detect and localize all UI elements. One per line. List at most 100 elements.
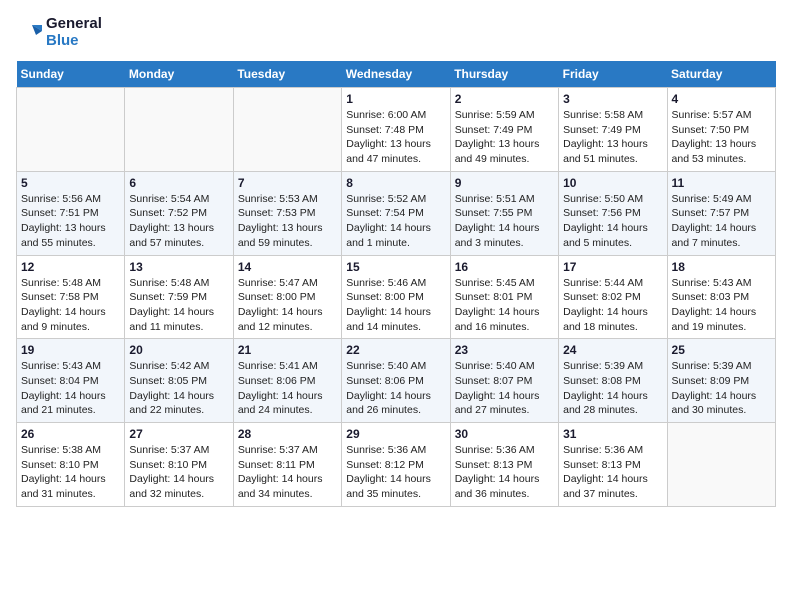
day-number: 3 [563, 92, 662, 106]
weekday-header: Wednesday [342, 61, 450, 88]
day-info: Sunrise: 5:48 AMSunset: 7:58 PMDaylight:… [21, 276, 120, 335]
day-number: 24 [563, 343, 662, 357]
calendar-day: 19 Sunrise: 5:43 AMSunset: 8:04 PMDayligh… [17, 339, 125, 423]
day-number: 30 [455, 427, 554, 441]
day-info: Sunrise: 5:42 AMSunset: 8:05 PMDaylight:… [129, 359, 228, 418]
day-number: 10 [563, 176, 662, 190]
logo: General Blue [16, 16, 102, 49]
day-number: 15 [346, 260, 445, 274]
day-info: Sunrise: 5:43 AMSunset: 8:04 PMDaylight:… [21, 359, 120, 418]
weekday-header: Tuesday [233, 61, 341, 88]
calendar-day: 2 Sunrise: 5:59 AMSunset: 7:49 PMDaylight… [450, 88, 558, 172]
calendar-day: 16 Sunrise: 5:45 AMSunset: 8:01 PMDayligh… [450, 255, 558, 339]
day-number: 13 [129, 260, 228, 274]
day-info: Sunrise: 5:39 AMSunset: 8:09 PMDaylight:… [672, 359, 771, 418]
day-info: Sunrise: 5:54 AMSunset: 7:52 PMDaylight:… [129, 192, 228, 251]
calendar-day [667, 423, 775, 507]
day-number: 23 [455, 343, 554, 357]
day-number: 18 [672, 260, 771, 274]
calendar-day: 18Sunrise: 5:43 AMSunset: 8:03 PMDayligh… [667, 255, 775, 339]
calendar-day: 6 Sunrise: 5:54 AMSunset: 7:52 PMDaylight… [125, 171, 233, 255]
calendar-day: 13 Sunrise: 5:48 AMSunset: 7:59 PMDayligh… [125, 255, 233, 339]
day-number: 17 [563, 260, 662, 274]
day-info: Sunrise: 5:36 AMSunset: 8:12 PMDaylight:… [346, 443, 445, 502]
day-number: 21 [238, 343, 337, 357]
weekday-header: Saturday [667, 61, 775, 88]
day-info: Sunrise: 5:48 AMSunset: 7:59 PMDaylight:… [129, 276, 228, 335]
weekday-header: Monday [125, 61, 233, 88]
day-number: 5 [21, 176, 120, 190]
calendar-day [233, 88, 341, 172]
calendar-day: 30 Sunrise: 5:36 AMSunset: 8:13 PMDayligh… [450, 423, 558, 507]
day-info: Sunrise: 5:37 AMSunset: 8:11 PMDaylight:… [238, 443, 337, 502]
calendar-day: 23 Sunrise: 5:40 AMSunset: 8:07 PMDayligh… [450, 339, 558, 423]
day-info: Sunrise: 5:47 AMSunset: 8:00 PMDaylight:… [238, 276, 337, 335]
day-number: 4 [672, 92, 771, 106]
week-row: 5Sunrise: 5:56 AMSunset: 7:51 PMDaylight… [17, 171, 776, 255]
day-number: 27 [129, 427, 228, 441]
calendar-day: 14 Sunrise: 5:47 AMSunset: 8:00 PMDayligh… [233, 255, 341, 339]
day-info: Sunrise: 5:40 AMSunset: 8:07 PMDaylight:… [455, 359, 554, 418]
day-number: 29 [346, 427, 445, 441]
day-info: Sunrise: 5:46 AMSunset: 8:00 PMDaylight:… [346, 276, 445, 335]
week-row: 26Sunrise: 5:38 AMSunset: 8:10 PMDayligh… [17, 423, 776, 507]
calendar-day: 3Sunrise: 5:58 AMSunset: 7:49 PMDaylight… [559, 88, 667, 172]
day-info: Sunrise: 5:49 AMSunset: 7:57 PMDaylight:… [672, 192, 771, 251]
calendar-day: 4 Sunrise: 5:57 AMSunset: 7:50 PMDaylight… [667, 88, 775, 172]
calendar-day: 7Sunrise: 5:53 AMSunset: 7:53 PMDaylight… [233, 171, 341, 255]
day-info: Sunrise: 5:51 AMSunset: 7:55 PMDaylight:… [455, 192, 554, 251]
day-info: Sunrise: 6:00 AMSunset: 7:48 PMDaylight:… [346, 108, 445, 167]
day-number: 16 [455, 260, 554, 274]
day-number: 7 [238, 176, 337, 190]
day-info: Sunrise: 5:45 AMSunset: 8:01 PMDaylight:… [455, 276, 554, 335]
weekday-header: Sunday [17, 61, 125, 88]
calendar-day: 9Sunrise: 5:51 AMSunset: 7:55 PMDaylight… [450, 171, 558, 255]
calendar-day: 15 Sunrise: 5:46 AMSunset: 8:00 PMDayligh… [342, 255, 450, 339]
day-number: 6 [129, 176, 228, 190]
day-number: 12 [21, 260, 120, 274]
day-number: 2 [455, 92, 554, 106]
week-row: 19 Sunrise: 5:43 AMSunset: 8:04 PMDayligh… [17, 339, 776, 423]
calendar-day: 21Sunrise: 5:41 AMSunset: 8:06 PMDayligh… [233, 339, 341, 423]
page-header: General Blue [16, 16, 776, 49]
week-row: 12 Sunrise: 5:48 AMSunset: 7:58 PMDayligh… [17, 255, 776, 339]
calendar-day: 20 Sunrise: 5:42 AMSunset: 8:05 PMDayligh… [125, 339, 233, 423]
calendar-day: 10Sunrise: 5:50 AMSunset: 7:56 PMDayligh… [559, 171, 667, 255]
calendar-day: 5Sunrise: 5:56 AMSunset: 7:51 PMDaylight… [17, 171, 125, 255]
calendar-day: 27 Sunrise: 5:37 AMSunset: 8:10 PMDayligh… [125, 423, 233, 507]
logo-blue: Blue [46, 33, 102, 50]
week-row: 1 Sunrise: 6:00 AMSunset: 7:48 PMDaylight… [17, 88, 776, 172]
weekday-header: Friday [559, 61, 667, 88]
day-info: Sunrise: 5:44 AMSunset: 8:02 PMDaylight:… [563, 276, 662, 335]
day-info: Sunrise: 5:59 AMSunset: 7:49 PMDaylight:… [455, 108, 554, 167]
calendar-day: 24Sunrise: 5:39 AMSunset: 8:08 PMDayligh… [559, 339, 667, 423]
calendar-day: 8 Sunrise: 5:52 AMSunset: 7:54 PMDaylight… [342, 171, 450, 255]
day-number: 11 [672, 176, 771, 190]
day-info: Sunrise: 5:52 AMSunset: 7:54 PMDaylight:… [346, 192, 445, 251]
day-number: 20 [129, 343, 228, 357]
calendar-day: 1 Sunrise: 6:00 AMSunset: 7:48 PMDaylight… [342, 88, 450, 172]
calendar-day: 26Sunrise: 5:38 AMSunset: 8:10 PMDayligh… [17, 423, 125, 507]
day-info: Sunrise: 5:37 AMSunset: 8:10 PMDaylight:… [129, 443, 228, 502]
day-number: 19 [21, 343, 120, 357]
calendar-day [17, 88, 125, 172]
calendar-day: 11 Sunrise: 5:49 AMSunset: 7:57 PMDayligh… [667, 171, 775, 255]
calendar-day: 25Sunrise: 5:39 AMSunset: 8:09 PMDayligh… [667, 339, 775, 423]
day-number: 31 [563, 427, 662, 441]
calendar-day: 12 Sunrise: 5:48 AMSunset: 7:58 PMDayligh… [17, 255, 125, 339]
weekday-header: Thursday [450, 61, 558, 88]
day-info: Sunrise: 5:57 AMSunset: 7:50 PMDaylight:… [672, 108, 771, 167]
day-number: 26 [21, 427, 120, 441]
logo-mark: General Blue [16, 16, 102, 49]
weekday-header-row: SundayMondayTuesdayWednesdayThursdayFrid… [17, 61, 776, 88]
calendar-day: 29 Sunrise: 5:36 AMSunset: 8:12 PMDayligh… [342, 423, 450, 507]
logo-bird-icon [16, 19, 44, 47]
day-info: Sunrise: 5:36 AMSunset: 8:13 PMDaylight:… [455, 443, 554, 502]
day-number: 22 [346, 343, 445, 357]
day-number: 14 [238, 260, 337, 274]
day-number: 8 [346, 176, 445, 190]
logo-general: General [46, 16, 102, 33]
day-number: 1 [346, 92, 445, 106]
calendar-day: 22Sunrise: 5:40 AMSunset: 8:06 PMDayligh… [342, 339, 450, 423]
calendar-day [125, 88, 233, 172]
